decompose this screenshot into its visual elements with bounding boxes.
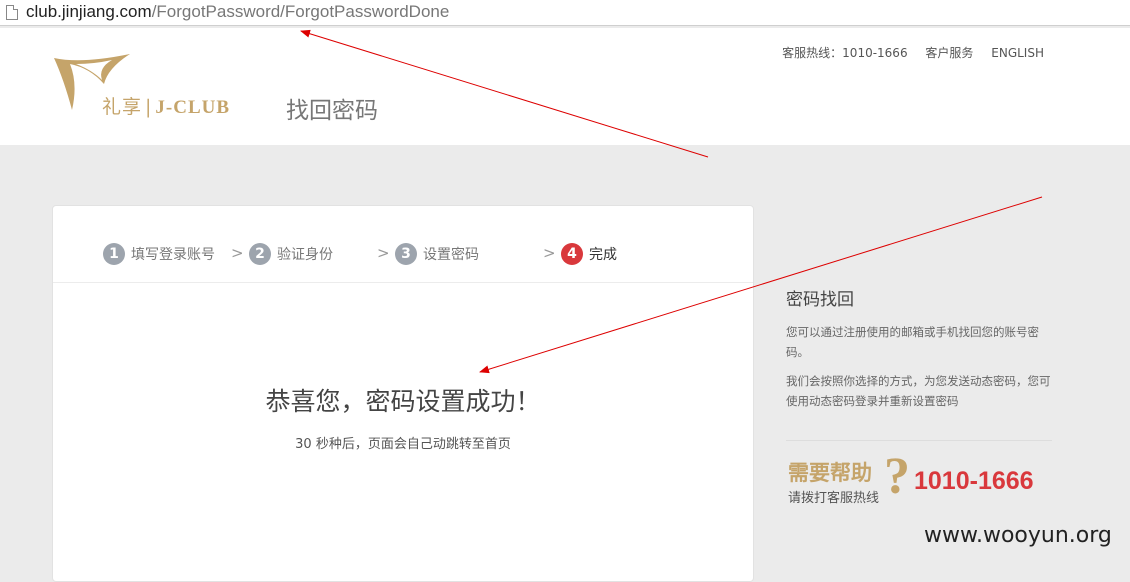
step-separator: > [377, 244, 390, 262]
help-hotline-banner: 需要帮助 请拨打客服热线 ? 1010-1666 [786, 449, 1046, 507]
hotline-number: 1010-1666 [914, 467, 1034, 495]
page-icon [6, 5, 18, 20]
url-path: /ForgotPassword/ForgotPasswordDone [151, 2, 450, 21]
question-mark-icon: ? [884, 448, 910, 505]
step-4: 4 完成 [561, 242, 617, 266]
main-card: 1 填写登录账号 > 2 验证身份 > 3 设置密码 > 4 完成 恭喜您，密码… [52, 205, 754, 582]
success-title: 恭喜您，密码设置成功！ [265, 387, 541, 416]
header-links: 客服热线：1010-1666 客户服务 ENGLISH [768, 44, 1044, 61]
step-number: 2 [249, 243, 271, 265]
hotline-text: 客服热线：1010-1666 [782, 46, 908, 60]
logo-separator: | [145, 96, 153, 118]
help-heading: 需要帮助 [788, 461, 872, 485]
step-2: 2 验证身份 [249, 242, 333, 266]
step-1: 1 填写登录账号 [103, 242, 215, 266]
help-subtext: 请拨打客服热线 [788, 491, 880, 506]
watermark: www.wooyun.org [924, 523, 1112, 548]
step-label: 完成 [589, 247, 617, 263]
step-label: 设置密码 [423, 247, 479, 263]
jclub-logo[interactable]: 礼享 | J-CLUB [52, 50, 242, 122]
step-number: 4 [561, 243, 583, 265]
step-separator: > [231, 244, 244, 262]
step-label: 填写登录账号 [131, 247, 215, 263]
progress-steps: 1 填写登录账号 > 2 验证身份 > 3 设置密码 > 4 完成 [53, 206, 753, 283]
sidebar-title: 密码找回 [786, 290, 854, 310]
step-separator: > [543, 244, 556, 262]
step-3: 3 设置密码 [395, 242, 479, 266]
site-header: 客服热线：1010-1666 客户服务 ENGLISH 礼享 | J-CLUB 找回… [0, 28, 1130, 145]
page-title: 找回密码 [286, 98, 378, 124]
step-label: 验证身份 [277, 247, 333, 263]
browser-address-bar[interactable]: club.jinjiang.com/ForgotPassword/ForgotP… [0, 0, 1130, 26]
customer-service-link[interactable]: 客户服务 [925, 46, 973, 60]
redirect-notice: 30 秒种后，页面会自己动跳转至首页 [295, 437, 511, 452]
logo-text: 礼享 | J-CLUB [102, 92, 230, 119]
sidebar-paragraph-1: 您可以通过注册使用的邮箱或手机找回您的账号密码。 [786, 325, 1039, 359]
sidebar-divider [786, 440, 1052, 441]
url-host: club.jinjiang.com [26, 2, 152, 21]
step-number: 1 [103, 243, 125, 265]
logo-cn: 礼享 [102, 96, 143, 118]
help-sidebar: 密码找回 您可以通过注册使用的邮箱或手机找回您的账号密码。 我们会按照你选择的方… [786, 285, 1052, 420]
sidebar-paragraph-2: 我们会按照你选择的方式，为您发送动态密码，您可使用动态密码登录并重新设置密码 [786, 374, 1051, 408]
step-number: 3 [395, 243, 417, 265]
url-text[interactable]: club.jinjiang.com/ForgotPassword/ForgotP… [26, 2, 449, 22]
logo-en: J-CLUB [155, 97, 231, 118]
english-link[interactable]: ENGLISH [991, 46, 1044, 60]
